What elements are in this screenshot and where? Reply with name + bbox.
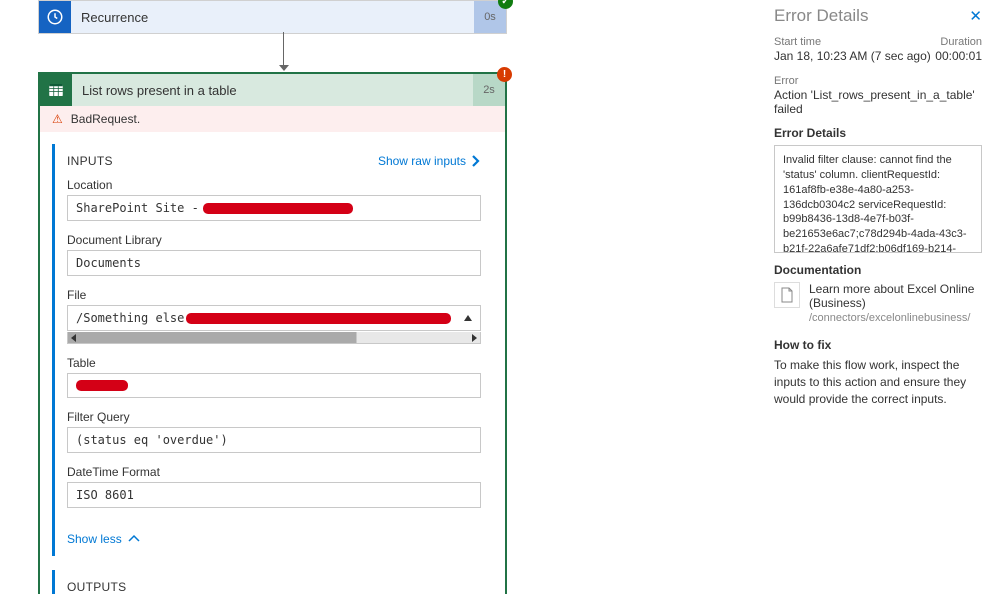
outputs-section: OUTPUTS Click to download bbox=[52, 570, 493, 594]
chevron-right-icon bbox=[471, 155, 481, 167]
inputs-section: INPUTS Show raw inputs Location SharePoi… bbox=[52, 144, 493, 556]
error-message: Action 'List_rows_present_in_a_table' fa… bbox=[774, 88, 982, 116]
doc-link-path: /connectors/excelonlinebusiness/ bbox=[809, 312, 982, 324]
error-banner-text: BadRequest. bbox=[71, 112, 140, 126]
documentation-link[interactable]: Learn more about Excel Online (Business)… bbox=[774, 282, 982, 324]
how-to-fix-text: To make this flow work, inspect the inpu… bbox=[774, 357, 982, 407]
documentation-label: Documentation bbox=[774, 263, 982, 277]
error-label: Error bbox=[774, 75, 982, 87]
library-value[interactable]: Documents bbox=[67, 250, 481, 276]
duration-label: Duration bbox=[940, 36, 982, 48]
status-ok-icon: ✓ bbox=[498, 0, 513, 9]
status-error-icon: ! bbox=[497, 67, 512, 82]
duration-value: 00:00:01 bbox=[935, 49, 982, 63]
warning-icon: ⚠ bbox=[52, 112, 63, 126]
filter-value[interactable]: (status eq 'overdue') bbox=[67, 427, 481, 453]
error-details-panel: Error Details ✕ Start time Duration Jan … bbox=[774, 0, 999, 407]
location-value[interactable]: SharePoint Site - bbox=[67, 195, 481, 221]
show-less-link[interactable]: Show less bbox=[55, 526, 493, 556]
panel-title: Error Details bbox=[774, 6, 868, 26]
clock-icon bbox=[39, 1, 71, 33]
library-label: Document Library bbox=[67, 233, 481, 247]
start-time-label: Start time bbox=[774, 36, 821, 48]
how-to-fix-label: How to fix bbox=[774, 338, 982, 352]
datetime-label: DateTime Format bbox=[67, 465, 481, 479]
inputs-label: INPUTS bbox=[67, 154, 378, 168]
excel-action-card: List rows present in a table 2s ! ⚠ BadR… bbox=[38, 72, 507, 594]
close-icon[interactable]: ✕ bbox=[969, 7, 982, 25]
error-details-text[interactable]: Invalid filter clause: cannot find the '… bbox=[774, 145, 982, 253]
recurrence-card[interactable]: Recurrence 0s ✓ bbox=[38, 0, 507, 34]
filter-label: Filter Query bbox=[67, 410, 481, 424]
excel-card-header[interactable]: List rows present in a table 2s bbox=[40, 74, 505, 106]
file-scrollbar[interactable] bbox=[67, 332, 481, 344]
location-label: Location bbox=[67, 178, 481, 192]
show-raw-inputs-link[interactable]: Show raw inputs bbox=[378, 154, 481, 168]
outputs-label: OUTPUTS bbox=[67, 580, 481, 594]
doc-link-title: Learn more about Excel Online (Business) bbox=[809, 282, 982, 310]
file-value[interactable]: /Something else bbox=[67, 305, 481, 331]
datetime-value[interactable]: ISO 8601 bbox=[67, 482, 481, 508]
error-details-label: Error Details bbox=[774, 126, 982, 140]
table-label: Table bbox=[67, 356, 481, 370]
error-banner: ⚠ BadRequest. bbox=[40, 106, 505, 132]
document-icon bbox=[774, 282, 800, 308]
chevron-up-icon bbox=[128, 534, 140, 544]
excel-action-title: List rows present in a table bbox=[72, 74, 473, 106]
table-value[interactable] bbox=[67, 373, 481, 398]
start-time-value: Jan 18, 10:23 AM (7 sec ago) bbox=[774, 49, 931, 63]
file-label: File bbox=[67, 288, 481, 302]
flow-arrow bbox=[283, 32, 284, 70]
excel-icon bbox=[40, 74, 72, 106]
recurrence-title: Recurrence bbox=[71, 1, 474, 33]
